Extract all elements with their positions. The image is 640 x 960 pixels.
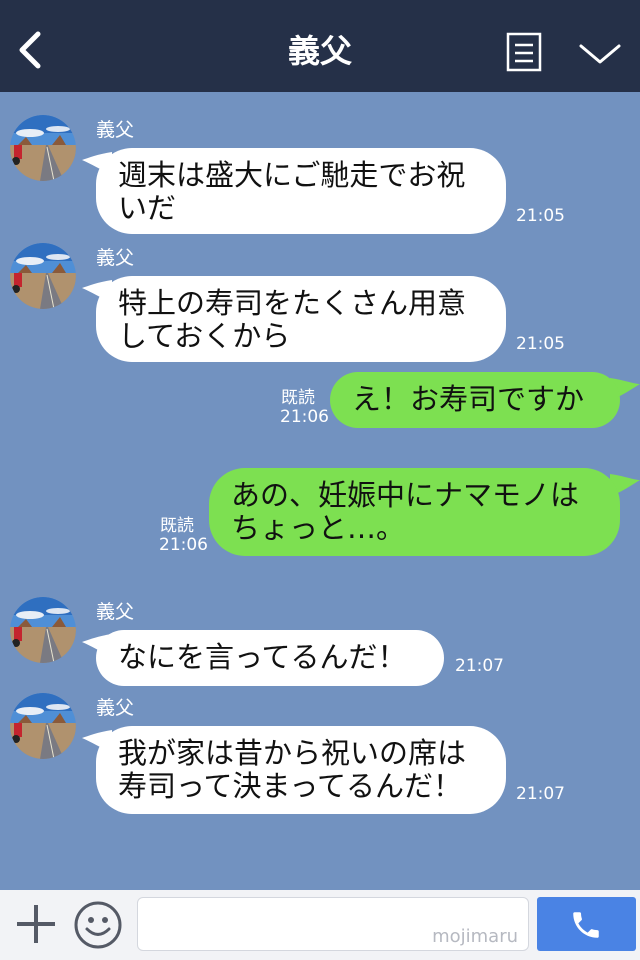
message-time: 21:07 xyxy=(455,656,504,676)
message-bubble[interactable]: あの、妊娠中にナマモノは ちょっと…。 xyxy=(209,468,620,556)
message-bubble[interactable]: 週末は盛大にご馳走でお祝 いだ xyxy=(96,148,506,234)
message-time: 21:05 xyxy=(516,206,565,226)
emoji-icon[interactable] xyxy=(73,900,123,950)
message-input[interactable]: mojimaru xyxy=(137,897,529,951)
message-bubble[interactable]: え！お寿司ですか xyxy=(330,372,620,428)
message-bubble[interactable]: なにを言ってるんだ！ xyxy=(96,630,444,686)
message-bubble[interactable]: 我が家は昔から祝いの席は 寿司って決まってるんだ！ xyxy=(96,726,506,814)
chat-title: 義父 xyxy=(287,32,352,70)
avatar[interactable] xyxy=(10,693,76,759)
call-button[interactable] xyxy=(537,897,636,951)
chevron-down-icon[interactable] xyxy=(578,40,622,68)
avatar[interactable] xyxy=(10,597,76,663)
chat-header: 義父 xyxy=(0,0,640,92)
watermark-text: mojimaru xyxy=(432,926,518,947)
sender-name: 義父 xyxy=(96,247,135,269)
message-time: 21:05 xyxy=(516,334,565,354)
avatar[interactable] xyxy=(10,243,76,309)
plus-icon[interactable] xyxy=(14,902,58,946)
sender-name: 義父 xyxy=(96,601,135,623)
sender-name: 義父 xyxy=(96,697,135,719)
message-time: 21:06 xyxy=(280,407,329,427)
phone-icon xyxy=(573,912,599,938)
sender-name: 義父 xyxy=(96,119,135,141)
message-time: 21:06 xyxy=(159,535,208,555)
message-bubble[interactable]: 特上の寿司をたくさん用意 しておくから xyxy=(96,276,506,362)
read-receipt: 既読 xyxy=(160,516,194,536)
avatar[interactable] xyxy=(10,115,76,181)
message-time: 21:07 xyxy=(516,784,565,804)
read-receipt: 既読 xyxy=(281,388,315,408)
notes-icon[interactable] xyxy=(506,32,542,72)
